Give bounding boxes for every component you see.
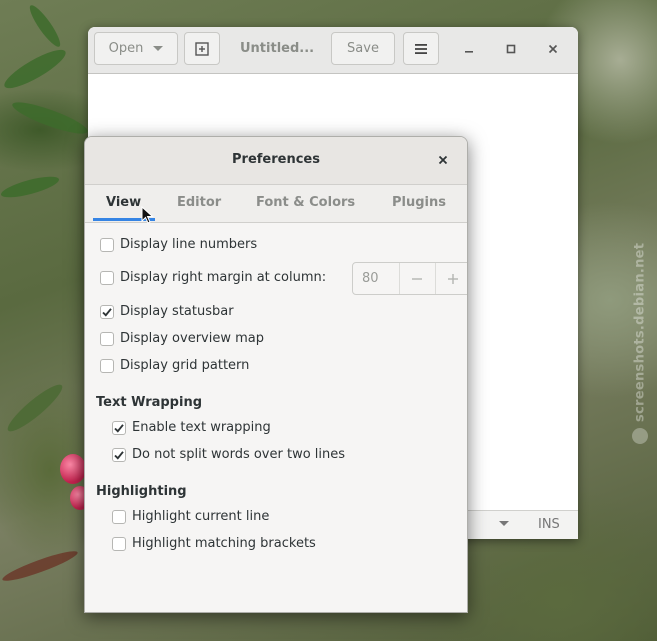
document-title: Untitled... (240, 41, 315, 56)
option-label: Display line numbers (120, 237, 258, 252)
editor-headerbar: Open Untitled... Save (88, 27, 578, 74)
display-overview-map-option[interactable]: Display overview map (100, 331, 264, 346)
save-button[interactable]: Save (331, 32, 395, 65)
display-right-margin-option[interactable]: Display right margin at column: 80 (100, 262, 467, 295)
open-button-label: Open (108, 41, 144, 56)
close-icon (438, 155, 448, 165)
decrement-button[interactable] (400, 263, 434, 294)
new-document-button[interactable] (184, 32, 220, 65)
option-label: Highlight current line (132, 509, 270, 524)
option-label: Do not split words over two lines (132, 447, 346, 462)
maximize-button[interactable] (501, 39, 521, 59)
background-leaf (3, 379, 67, 437)
minimize-button[interactable] (459, 39, 479, 59)
preferences-header: Preferences (85, 137, 467, 185)
right-margin-value[interactable]: 80 (353, 263, 401, 294)
checkbox[interactable] (112, 509, 126, 524)
minimize-icon (465, 51, 473, 53)
close-window-button[interactable] (543, 39, 563, 59)
insert-mode-indicator[interactable]: INS (538, 517, 560, 532)
checkbox-checked[interactable] (112, 420, 126, 435)
tab-plugins[interactable]: Plugins (392, 195, 446, 210)
new-document-icon (195, 41, 209, 56)
dialog-title: Preferences (232, 152, 320, 167)
display-grid-pattern-option[interactable]: Display grid pattern (100, 358, 249, 373)
option-label: Display grid pattern (120, 358, 250, 373)
background-leaf (0, 43, 70, 95)
watermark-text: screenshots.debian.net (632, 242, 648, 422)
checkmark-icon (102, 307, 112, 317)
section-heading-highlighting: Highlighting (96, 484, 187, 499)
camera-icon (632, 428, 648, 444)
option-label: Highlight matching brackets (132, 536, 316, 551)
mouse-pointer-icon (141, 206, 154, 224)
checkbox-checked[interactable] (100, 304, 114, 319)
chevron-down-icon[interactable] (499, 521, 509, 526)
checkbox[interactable] (100, 270, 114, 285)
right-margin-spinbutton[interactable]: 80 (352, 262, 467, 295)
hamburger-menu-icon (415, 43, 427, 54)
plus-icon (447, 273, 458, 284)
display-line-numbers-option[interactable]: Display line numbers (100, 237, 257, 252)
open-button[interactable]: Open (94, 32, 178, 65)
option-label: Display right margin at column: (120, 270, 327, 285)
tab-font-colors[interactable]: Font & Colors (256, 195, 355, 210)
option-label: Enable text wrapping (132, 420, 271, 435)
display-statusbar-option[interactable]: Display statusbar (100, 304, 234, 319)
background-berry (60, 454, 86, 484)
increment-button[interactable] (434, 263, 467, 294)
close-icon (548, 44, 558, 54)
checkbox[interactable] (100, 237, 114, 252)
checkmark-icon (114, 450, 124, 460)
section-heading-text-wrapping: Text Wrapping (96, 395, 203, 410)
checkmark-icon (114, 423, 124, 433)
highlight-matching-brackets-option[interactable]: Highlight matching brackets (112, 536, 316, 551)
checkbox-checked[interactable] (112, 447, 126, 462)
enable-text-wrapping-option[interactable]: Enable text wrapping (112, 420, 271, 435)
background-leaf (25, 2, 65, 50)
watermark: screenshots.debian.net (628, 204, 652, 444)
maximize-icon (506, 44, 516, 54)
checkbox[interactable] (100, 331, 114, 346)
no-split-words-option[interactable]: Do not split words over two lines (112, 447, 345, 462)
chevron-down-icon (153, 46, 164, 51)
checkbox[interactable] (112, 536, 126, 551)
background-leaf (9, 96, 91, 140)
menu-button[interactable] (403, 32, 439, 65)
background-leaf (0, 172, 61, 202)
option-label: Display statusbar (120, 304, 234, 319)
save-button-label: Save (347, 41, 379, 56)
minus-icon (412, 277, 423, 280)
option-label: Display overview map (120, 331, 264, 346)
highlight-current-line-option[interactable]: Highlight current line (112, 509, 269, 524)
checkbox[interactable] (100, 358, 114, 373)
tab-view[interactable]: View (106, 195, 141, 210)
tab-editor[interactable]: Editor (177, 195, 221, 210)
background-branch (0, 546, 80, 586)
close-dialog-button[interactable] (433, 150, 453, 170)
